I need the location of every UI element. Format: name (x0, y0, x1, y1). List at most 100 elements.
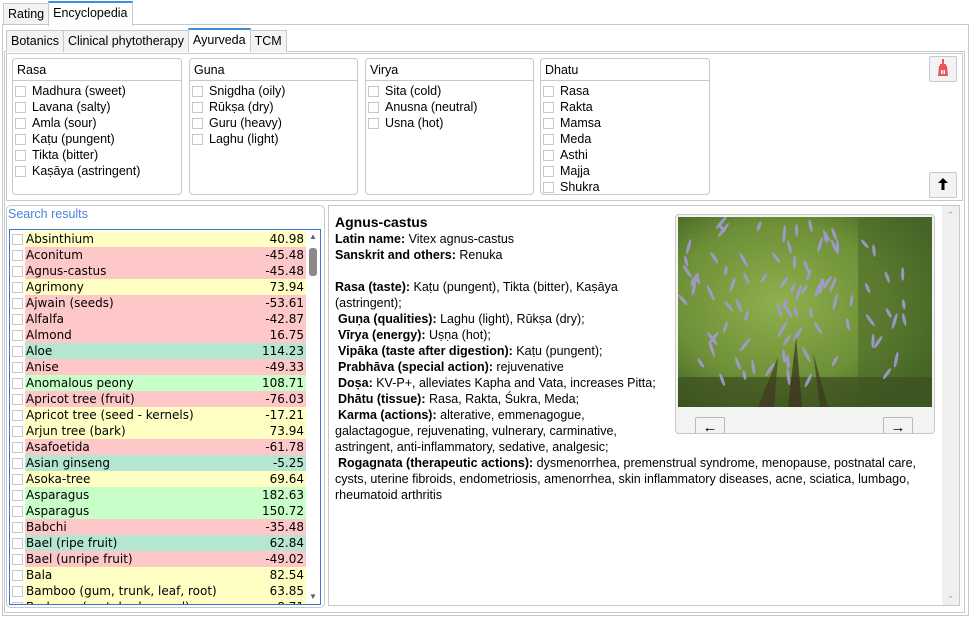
filter-option[interactable]: Rakta (541, 99, 709, 115)
filter-checkbox[interactable] (15, 117, 26, 129)
result-row[interactable]: Aconitum -45.48 (10, 247, 306, 263)
filter-checkbox[interactable] (192, 133, 203, 145)
filter-checkbox[interactable] (15, 165, 26, 177)
filter-checkbox[interactable] (543, 117, 554, 129)
result-row[interactable]: Asian ginseng -5.25 (10, 455, 306, 471)
result-row[interactable]: Ajwain (seeds) -53.61 (10, 295, 306, 311)
result-checkbox[interactable] (12, 441, 23, 453)
result-checkbox[interactable] (12, 585, 23, 597)
filter-checkbox[interactable] (192, 101, 203, 113)
filter-option[interactable]: Meda (541, 131, 709, 147)
result-row[interactable]: Asparagus 182.63 (10, 487, 306, 503)
clear-filters-button[interactable] (929, 56, 957, 82)
filter-option[interactable]: Amla (sour) (13, 115, 181, 131)
detail-scrollbar[interactable]: ⌃ ⌄ (942, 206, 959, 605)
next-photo-button[interactable]: → (883, 417, 913, 433)
results-scrollbar[interactable]: ▲ ▼ (306, 230, 320, 604)
filter-option[interactable]: Kaṭu (pungent) (13, 131, 181, 147)
filter-option[interactable]: Usna (hot) (366, 115, 533, 131)
results-scrollbar-thumb[interactable] (309, 248, 317, 276)
result-checkbox[interactable] (12, 521, 23, 533)
tab-encyclopedia[interactable]: Encyclopedia (48, 1, 133, 26)
filter-checkbox[interactable] (368, 85, 379, 97)
filter-checkbox[interactable] (368, 101, 379, 113)
result-checkbox[interactable] (12, 473, 23, 485)
filter-checkbox[interactable] (543, 165, 554, 177)
result-checkbox[interactable] (12, 553, 23, 565)
result-row[interactable]: Alfalfa -42.87 (10, 311, 306, 327)
filter-checkbox[interactable] (15, 85, 26, 97)
filter-option[interactable]: Sita (cold) (366, 83, 533, 99)
filter-checkbox[interactable] (15, 133, 26, 145)
result-row[interactable]: Asoka-tree 69.64 (10, 471, 306, 487)
tab-tcm[interactable]: TCM (249, 30, 287, 52)
filter-option[interactable]: Lavana (salty) (13, 99, 181, 115)
scroll-up-arrow-icon[interactable]: ▲ (306, 231, 320, 243)
result-row[interactable]: Barberry (root, bark, wood)-8.71 (10, 599, 306, 604)
filter-option[interactable]: Laghu (light) (190, 131, 357, 147)
result-checkbox[interactable] (12, 265, 23, 277)
filter-checkbox[interactable] (192, 117, 203, 129)
result-checkbox[interactable] (12, 569, 23, 581)
result-checkbox[interactable] (12, 409, 23, 421)
scroll-up-button[interactable] (929, 172, 957, 198)
chevron-down-icon[interactable]: ⌄ (942, 590, 959, 601)
filter-checkbox[interactable] (543, 149, 554, 161)
result-checkbox[interactable] (12, 377, 23, 389)
result-row[interactable]: Bael (ripe fruit) 62.84 (10, 535, 306, 551)
filter-option[interactable]: Rūkṣa (dry) (190, 99, 357, 115)
result-row[interactable]: Arjun tree (bark) 73.94 (10, 423, 306, 439)
result-checkbox[interactable] (12, 329, 23, 341)
result-checkbox[interactable] (12, 393, 23, 405)
filter-checkbox[interactable] (543, 133, 554, 145)
result-checkbox[interactable] (12, 249, 23, 261)
result-row[interactable]: Anomalous peony 108.71 (10, 375, 306, 391)
filter-option[interactable]: Tikta (bitter) (13, 147, 181, 163)
result-row[interactable]: Agrimony 73.94 (10, 279, 306, 295)
filter-checkbox[interactable] (15, 101, 26, 113)
result-checkbox[interactable] (12, 297, 23, 309)
result-row[interactable]: Almond 16.75 (10, 327, 306, 343)
filter-option[interactable]: Majja (541, 163, 709, 179)
result-row[interactable]: Bala 82.54 (10, 567, 306, 583)
tab-ayurveda[interactable]: Ayurveda (188, 28, 251, 52)
filter-option[interactable]: Madhura (sweet) (13, 83, 181, 99)
result-checkbox[interactable] (12, 425, 23, 437)
filter-checkbox[interactable] (543, 101, 554, 113)
result-row[interactable]: Apricot tree (fruit) -76.03 (10, 391, 306, 407)
result-row[interactable]: Aloe 114.23 (10, 343, 306, 359)
filter-option[interactable]: Mamsa (541, 115, 709, 131)
filter-checkbox[interactable] (192, 85, 203, 97)
chevron-up-icon[interactable]: ⌃ (942, 210, 959, 221)
result-checkbox[interactable] (12, 345, 23, 357)
filter-option[interactable]: Guru (heavy) (190, 115, 357, 131)
search-results-list[interactable]: Barberry (root, bark, wood)-8.71Bamboo (… (9, 229, 321, 605)
result-checkbox[interactable] (12, 537, 23, 549)
result-row[interactable]: Bamboo (gum, trunk, leaf, root) 63.85 (10, 583, 306, 599)
result-checkbox[interactable] (12, 457, 23, 469)
filter-checkbox[interactable] (15, 149, 26, 161)
filter-option[interactable]: Rasa (541, 83, 709, 99)
result-row[interactable]: Asafoetida -61.78 (10, 439, 306, 455)
filter-checkbox[interactable] (543, 85, 554, 97)
result-row[interactable]: Babchi -35.48 (10, 519, 306, 535)
result-row[interactable]: Bael (unripe fruit) -49.02 (10, 551, 306, 567)
result-row[interactable]: Apricot tree (seed - kernels) -17.21 (10, 407, 306, 423)
result-row[interactable]: Anise -49.33 (10, 359, 306, 375)
result-checkbox[interactable] (12, 361, 23, 373)
scroll-down-arrow-icon[interactable]: ▼ (306, 591, 320, 603)
tab-rating[interactable]: Rating (3, 3, 50, 25)
result-checkbox[interactable] (12, 601, 23, 604)
result-checkbox[interactable] (12, 313, 23, 325)
tab-botanics[interactable]: Botanics (6, 30, 64, 52)
result-checkbox[interactable] (12, 233, 23, 245)
result-row[interactable]: Absinthium 40.98 (10, 231, 306, 247)
filter-checkbox[interactable] (543, 181, 554, 193)
tab-clinical-phytotherapy[interactable]: Clinical phytotherapy (62, 30, 189, 52)
previous-photo-button[interactable]: ← (695, 417, 725, 433)
filter-checkbox[interactable] (368, 117, 379, 129)
filter-option[interactable]: Anusna (neutral) (366, 99, 533, 115)
filter-option[interactable]: Kaṣāya (astringent) (13, 163, 181, 179)
result-row[interactable]: Agnus-castus -45.48 (10, 263, 306, 279)
result-checkbox[interactable] (12, 489, 23, 501)
